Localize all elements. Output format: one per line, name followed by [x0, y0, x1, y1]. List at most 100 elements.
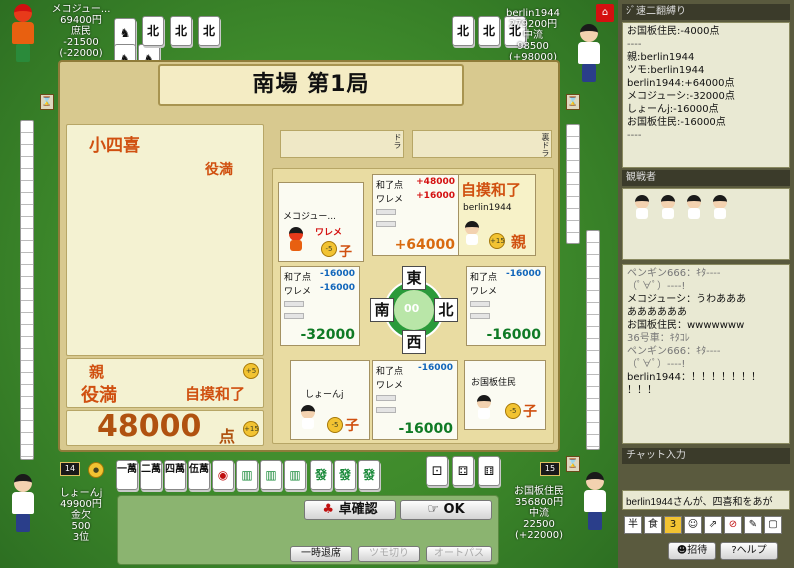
confirm-table-button[interactable]: ♣ 卓確認 [304, 500, 396, 520]
room-title: ｼﾞ速二翻縛り [622, 4, 790, 20]
help-label: ヘルプ [736, 545, 767, 556]
tile: 北 [198, 16, 220, 46]
hourglass-icon: ⌛ [566, 94, 580, 110]
win-label: 和了点 [284, 273, 312, 283]
east-player-card: お国板住民 -5 子 [464, 360, 546, 430]
sidebar: ｼﾞ速二翻縛り お国板住民:-4000点 ---- 親:berlin1944 ツ… [618, 0, 794, 568]
reach-icon[interactable]: ⇗ [704, 516, 722, 534]
dealer-han: 役満 [81, 385, 117, 406]
ura-dora-label: 裏ドラ [541, 133, 550, 157]
points-unit: 点 [219, 427, 236, 446]
player-info-top-right: berlin1944 279200円 中流 98500 (+98000) [498, 8, 568, 63]
hand-tile[interactable]: 發 [310, 460, 332, 490]
food-icon[interactable]: 食 [644, 516, 662, 534]
win-label: 和了点 [376, 367, 404, 377]
wind-west: 西 [402, 330, 426, 354]
player-name: メコジュー... [51, 4, 111, 15]
compass-digits: 00 [404, 302, 420, 315]
player-name: お国板住民 [514, 486, 564, 497]
hand-tile[interactable]: 伍萬 [188, 460, 210, 490]
help-button[interactable]: ?ヘルプ [720, 542, 778, 560]
yaku-value: 役満 [205, 162, 233, 178]
line-placeholder [376, 407, 396, 413]
hourglass-icon: ⌛ [566, 456, 580, 472]
face-icon[interactable]: ☺ [684, 516, 702, 534]
player-diff: -21500 [63, 37, 99, 48]
seat-label: 子 [523, 404, 537, 420]
result-title: 南場 第1局 [158, 64, 464, 106]
chat-input[interactable] [622, 490, 790, 510]
spectator-avatar [685, 195, 703, 219]
spectator-avatar [633, 195, 651, 219]
line-placeholder [376, 395, 396, 401]
total-points-panel: 48000 点 +15 [66, 409, 264, 446]
win-type: 自摸和了 [185, 385, 246, 403]
hand-tile[interactable]: 發 [358, 460, 380, 490]
spectator-avatar [659, 195, 677, 219]
player-rank: 庶民 [71, 26, 91, 37]
player-info-bottom-left: しょーんj 49900円 金欠 500 3位 [46, 488, 116, 543]
tile: ⚀ [426, 456, 448, 486]
chat-log[interactable]: ペンギン666：ｷﾀ---- （ﾟ∀ﾟ）----! メコジューシ：うわあああ あ… [622, 264, 790, 444]
win-value: -16000 [319, 269, 355, 279]
home-icon[interactable]: ⌂ [596, 4, 614, 22]
autopass-button[interactable]: オートパス [426, 546, 492, 562]
ware-value: -16000 [319, 283, 355, 293]
tsumogiri-button[interactable]: ツモ切り [358, 546, 420, 562]
half-toggle-button[interactable]: 半 [624, 516, 642, 534]
hand-tile[interactable]: ▥ [236, 460, 258, 490]
chat-line: （ﾟ∀ﾟ）----! [627, 281, 686, 292]
tile: 北 [170, 16, 192, 46]
ware-value: +16000 [416, 191, 455, 201]
win-label: 和了点 [470, 273, 498, 283]
round-badge: 15 [540, 462, 560, 476]
invite-button[interactable]: ☻招待 [668, 542, 716, 560]
ware-label: ワレメ [284, 287, 312, 297]
tile: 北 [452, 16, 474, 46]
player-delta: 3位 [72, 532, 90, 543]
player-info-top-left: メコジュー... 69400円 庶民 -21500 (-22000) [46, 4, 116, 59]
user-icon: ☻ [676, 545, 688, 556]
tile-icon[interactable]: ▢ [764, 516, 782, 534]
ware-tag: ワレメ [315, 228, 343, 238]
player-avatar-bottom-right [580, 472, 610, 530]
hand-tile[interactable]: 二萬 [140, 460, 162, 490]
tile: 北 [142, 16, 164, 46]
win-label: 和了点 [376, 181, 404, 191]
ware-label: ワレメ [376, 195, 404, 205]
hand-tile[interactable]: ◉ [212, 460, 234, 490]
wall-stack-left [20, 120, 34, 460]
win-value: +48000 [416, 177, 455, 187]
player-points: 49900円 [60, 499, 102, 510]
cancel-icon[interactable]: ⊘ [724, 516, 742, 534]
player-info-bottom-right: お国板住民 356800円 中流 22500 (+22000) [504, 486, 574, 541]
hand-tile[interactable]: ▥ [260, 460, 282, 490]
line-placeholder [470, 301, 490, 307]
leave-seat-button[interactable]: 一時退席 [290, 546, 352, 562]
dice-icon: ● [88, 462, 104, 478]
bottom-score-card: 和了点 -16000 ワレメ -16000 [372, 360, 458, 440]
wind-east: 東 [402, 266, 426, 290]
winner-name: berlin1944 [463, 203, 512, 213]
ok-button[interactable]: ☞ OK [400, 500, 492, 520]
edit-icon[interactable]: ✎ [744, 516, 762, 534]
number-icon[interactable]: 3 [664, 516, 682, 534]
log-line: お国板住民:-16000点 [627, 117, 726, 128]
coin-icon: -5 [327, 417, 343, 433]
tile: 北 [478, 16, 500, 46]
hand-icon: ☞ [427, 502, 439, 517]
hand-tile[interactable]: 發 [334, 460, 356, 490]
log-line: ツモ:berlin1944 [627, 65, 705, 76]
south-player-avatar [299, 405, 317, 429]
log-line: berlin1944:+64000点 [627, 78, 735, 89]
player-diff: 500 [71, 521, 91, 532]
hand-tile[interactable]: ▥ [284, 460, 306, 490]
ware-label: ワレメ [376, 381, 404, 391]
winner-info: 自摸和了 berlin1944 +15 親 [458, 174, 536, 256]
hand-tile[interactable]: 一萬 [116, 460, 138, 490]
hand-tile[interactable]: 四萬 [164, 460, 186, 490]
tile: ⚃ [452, 456, 474, 486]
game-log[interactable]: お国板住民:-4000点 ---- 親:berlin1944 ツモ:berlin… [622, 22, 790, 168]
line-placeholder [376, 209, 396, 215]
winner-seat: 親 [511, 233, 527, 251]
